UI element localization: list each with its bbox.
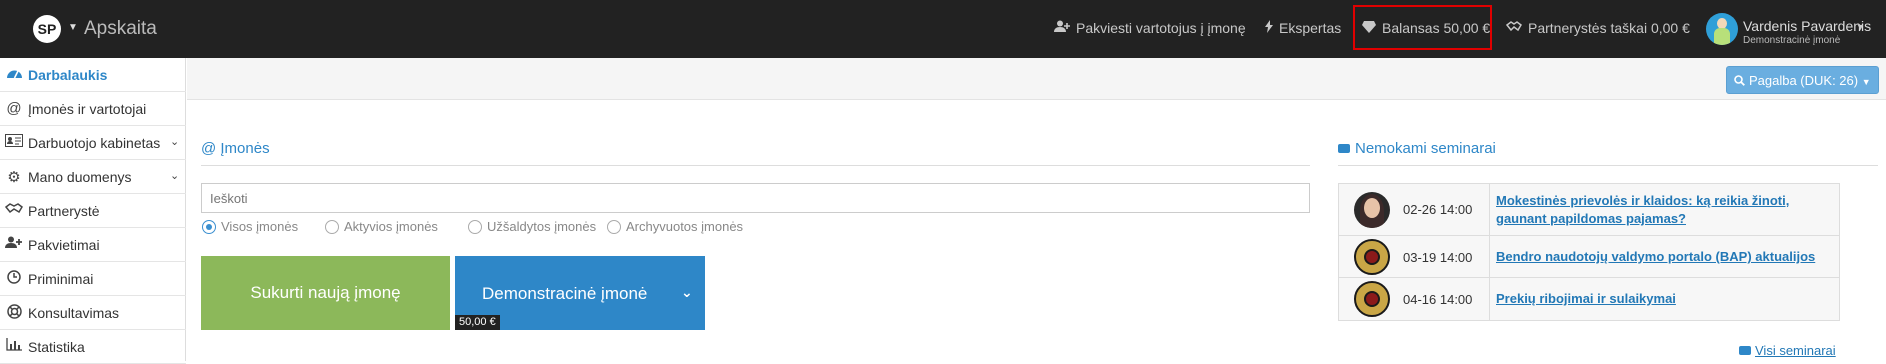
sidebar-item-invitations[interactable]: Pakvietimai <box>0 228 186 262</box>
seminars-section-title: Nemokami seminarai <box>1338 140 1496 157</box>
top-navbar: SP ▼ Apskaita Pakviesti vartotojus į įmo… <box>0 0 1886 58</box>
lightning-icon <box>1265 20 1273 36</box>
sidebar-item-label: Priminimai <box>28 271 94 287</box>
seminars-title-label: Nemokami seminarai <box>1355 140 1496 157</box>
filter-frozen-companies[interactable]: Užšaldytos įmonės <box>468 219 596 234</box>
app-title[interactable]: Apskaita <box>84 18 157 40</box>
chevron-down-icon: ⌄ <box>170 136 180 148</box>
companies-section-title: @ Įmonės <box>201 140 270 157</box>
divider <box>1489 184 1490 235</box>
sidebar: Darbalaukis @ Įmonės ir vartotojai Darbu… <box>0 58 186 364</box>
sidebar-item-label: Darbalaukis <box>28 67 108 83</box>
filter-label: Aktyvios įmonės <box>344 219 438 234</box>
video-camera-icon <box>1338 144 1350 153</box>
presenter-photo <box>1354 192 1390 228</box>
at-icon: @ <box>6 100 22 117</box>
organization-seal-icon <box>1354 281 1390 317</box>
seminars-table: 02-26 14:00 Mokestinės prievolės ir klai… <box>1338 183 1840 321</box>
handshake-icon <box>4 202 23 219</box>
sidebar-item-label: Mano duomenys <box>28 169 132 185</box>
search-icon <box>1734 73 1749 88</box>
radio-icon <box>325 220 339 234</box>
sidebar-item-companies-users[interactable]: @ Įmonės ir vartotojai <box>0 92 186 126</box>
user-plus-icon <box>1054 20 1070 36</box>
invite-users-link[interactable]: Pakviesti vartotojus į įmonę <box>1054 20 1246 36</box>
dashboard-icon <box>5 66 23 83</box>
sidebar-item-my-data[interactable]: ⚙ Mano duomenys ⌄ <box>0 160 186 194</box>
help-faq-button[interactable]: Pagalba (DUK: 26) ▼ <box>1726 66 1879 94</box>
handshake-icon <box>1505 21 1522 36</box>
help-faq-label: Pagalba (DUK: 26) <box>1748 73 1859 88</box>
user-company: Demonstracinė įmonė <box>1743 35 1841 46</box>
sidebar-item-label: Pakvietimai <box>28 237 100 253</box>
chevron-down-icon: ▼ <box>1861 77 1871 87</box>
invite-users-label: Pakviesti vartotojus į įmonę <box>1076 20 1246 36</box>
filter-archived-companies[interactable]: Archyvuotos įmonės <box>607 219 743 234</box>
seminar-date: 02-26 14:00 <box>1403 202 1473 217</box>
divider <box>1489 236 1490 277</box>
radio-icon <box>607 220 621 234</box>
chevron-down-icon: ⌄ <box>170 170 180 182</box>
gears-icon: ⚙ <box>7 169 21 186</box>
partnership-points-label: Partnerystės taškai 0,00 € <box>1528 20 1690 36</box>
sidebar-item-label: Statistika <box>28 339 85 355</box>
demo-company-name: Demonstracinė įmonė <box>482 284 648 303</box>
bar-chart-icon <box>5 338 23 355</box>
sidebar-item-employee-cabinet[interactable]: Darbuotojo kabinetas ⌄ <box>0 126 186 160</box>
demo-company-tile[interactable]: Demonstracinė įmonė ⌄ 50,00 € <box>455 256 705 330</box>
sidebar-item-partnership[interactable]: Partnerystė <box>0 194 186 228</box>
lifebuoy-icon <box>5 304 23 323</box>
expert-label: Ekspertas <box>1279 20 1342 36</box>
divider <box>201 165 1310 166</box>
sidebar-item-label: Darbuotojo kabinetas <box>28 135 161 151</box>
logo[interactable]: SP <box>33 15 61 43</box>
id-card-icon <box>5 134 23 151</box>
seminar-link[interactable]: Prekių ribojimai ir sulaikymai <box>1496 290 1829 308</box>
sidebar-item-label: Įmonės ir vartotojai <box>28 101 147 117</box>
divider <box>1338 165 1878 166</box>
table-row: 04-16 14:00 Prekių ribojimai ir sulaikym… <box>1339 278 1839 320</box>
all-seminars-link[interactable]: Visi seminarai <box>1739 343 1836 358</box>
balance-highlight-box <box>1353 5 1492 50</box>
avatar[interactable] <box>1706 13 1738 45</box>
video-camera-icon <box>1739 346 1751 355</box>
user-name[interactable]: Vardenis Pavardenis <box>1743 18 1871 34</box>
filter-all-companies[interactable]: Visos įmonės <box>202 219 298 234</box>
table-row: 03-19 14:00 Bendro naudotojų valdymo por… <box>1339 236 1839 278</box>
divider <box>1489 278 1490 320</box>
all-seminars-label: Visi seminarai <box>1755 343 1836 358</box>
create-company-button[interactable]: Sukurti naują įmonę <box>201 256 450 330</box>
sidebar-item-label: Konsultavimas <box>28 305 120 321</box>
demo-company-balance: 50,00 € <box>455 315 500 330</box>
expert-link[interactable]: Ekspertas <box>1265 20 1341 36</box>
radio-icon <box>468 220 482 234</box>
partnership-points-link[interactable]: Partnerystės taškai 0,00 € <box>1505 20 1690 36</box>
filter-label: Visos įmonės <box>221 219 299 234</box>
chevron-down-icon[interactable]: ▼ <box>1856 22 1865 32</box>
user-plus-icon <box>5 236 23 253</box>
sidebar-item-consulting[interactable]: Konsultavimas <box>0 296 186 330</box>
sidebar-item-reminders[interactable]: Priminimai <box>0 262 186 296</box>
seminar-link[interactable]: Bendro naudotojų valdymo portalo (BAP) a… <box>1496 248 1829 266</box>
filter-label: Užšaldytos įmonės <box>487 219 597 234</box>
table-row: 02-26 14:00 Mokestinės prievolės ir klai… <box>1339 184 1839 236</box>
seminar-date: 04-16 14:00 <box>1403 292 1473 307</box>
seminar-date: 03-19 14:00 <box>1403 250 1473 265</box>
radio-checked-icon <box>202 220 216 234</box>
chevron-down-icon[interactable]: ⌄ <box>681 284 693 301</box>
company-search-input[interactable] <box>201 183 1310 213</box>
filter-active-companies[interactable]: Aktyvios įmonės <box>325 219 438 234</box>
filter-label: Archyvuotos įmonės <box>626 219 744 234</box>
organization-seal-icon <box>1354 239 1390 275</box>
sidebar-item-dashboard[interactable]: Darbalaukis <box>0 58 186 92</box>
chevron-down-icon[interactable]: ▼ <box>68 22 78 33</box>
sidebar-item-label: Partnerystė <box>28 203 100 219</box>
content-header <box>187 58 1886 100</box>
clock-icon <box>5 270 23 288</box>
seminar-link[interactable]: Mokestinės prievolės ir klaidos: ką reik… <box>1496 192 1829 228</box>
sidebar-item-statistics[interactable]: Statistika <box>0 330 186 364</box>
